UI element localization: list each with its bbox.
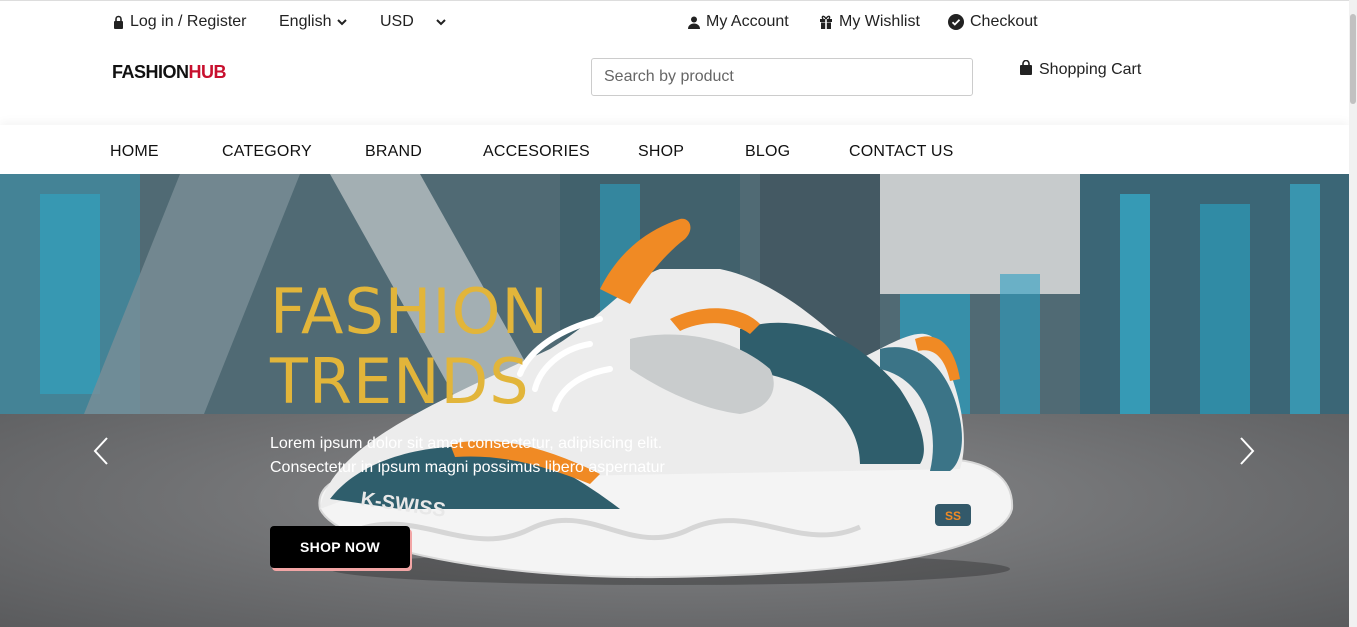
chevron-right-icon (1238, 436, 1258, 466)
nav-item-shop[interactable]: SHOP (638, 143, 684, 161)
hero-description-line1: Lorem ipsum dolor sit amet consectetur, … (270, 435, 663, 452)
currency-select[interactable]: USD (380, 13, 446, 31)
svg-text:SS: SS (945, 509, 961, 523)
shop-now-button[interactable]: SHOP NOW (270, 526, 410, 568)
my-account-label: My Account (706, 13, 789, 30)
chevron-down-icon (436, 18, 446, 26)
chevron-down-icon (337, 18, 348, 26)
checkout-link[interactable]: Checkout (948, 13, 1038, 31)
site-logo[interactable]: FASHIONHUB (112, 62, 227, 83)
hero-title-line2: TRENDS (270, 345, 530, 418)
logo-text-part1: FASHION (112, 62, 189, 82)
hero-description-line2: Consectetur in ipsum magni possimus libe… (270, 459, 665, 476)
my-wishlist-label: My Wishlist (839, 13, 920, 30)
search-input[interactable] (591, 58, 973, 96)
my-account-link[interactable]: My Account (688, 13, 789, 31)
page-scrollbar[interactable] (1349, 0, 1357, 627)
shopping-cart-link[interactable]: Shopping Cart (1019, 59, 1142, 80)
carousel-prev-button[interactable] (92, 436, 112, 466)
shopping-cart-label: Shopping Cart (1039, 61, 1142, 78)
login-register-link[interactable]: Log in / Register (113, 13, 247, 31)
hero-description: Lorem ipsum dolor sit amet consectetur, … (270, 432, 690, 480)
nav-item-contact-us[interactable]: CONTACT US (849, 143, 954, 161)
nav-item-brand[interactable]: BRAND (365, 143, 422, 161)
language-select[interactable]: English (279, 13, 348, 31)
nav-item-home[interactable]: HOME (110, 143, 159, 161)
lock-icon (113, 15, 124, 29)
chevron-left-icon (92, 436, 112, 466)
nav-item-category[interactable]: CATEGORY (222, 143, 312, 161)
logo-text-part2: HUB (188, 62, 227, 82)
hero-carousel: K-SWISS SS FASHION TRENDS Lorem ipsum do… (0, 174, 1349, 627)
my-wishlist-link[interactable]: My Wishlist (819, 13, 920, 31)
language-value: English (279, 13, 332, 30)
user-icon (688, 16, 700, 29)
nav-item-accesories[interactable]: ACCESORIES (483, 143, 590, 161)
top-bar: Log in / Register English USD My Account… (0, 0, 1349, 44)
hero-title: FASHION TRENDS (270, 277, 549, 417)
shopping-bag-icon (1019, 59, 1033, 80)
check-circle-icon (948, 14, 964, 30)
scrollbar-thumb[interactable] (1350, 14, 1356, 104)
gift-icon (819, 15, 833, 29)
login-register-label: Log in / Register (130, 13, 247, 30)
main-nav: HOME CATEGORY BRAND ACCESORIES SHOP BLOG… (0, 125, 1349, 174)
nav-item-blog[interactable]: BLOG (745, 143, 790, 161)
hero-title-line1: FASHION (270, 275, 549, 348)
carousel-next-button[interactable] (1238, 436, 1258, 466)
currency-value: USD (380, 13, 414, 30)
checkout-label: Checkout (970, 13, 1038, 30)
